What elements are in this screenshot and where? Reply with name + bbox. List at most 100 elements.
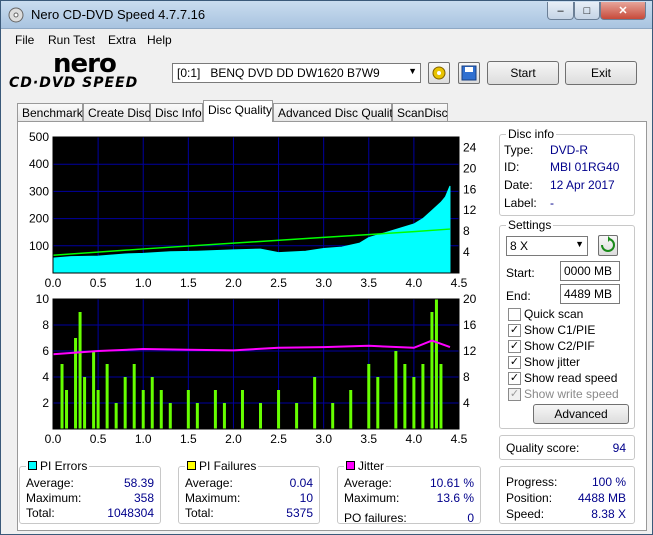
- save-button[interactable]: [458, 62, 480, 84]
- speed-select[interactable]: 8 X ▼: [506, 236, 588, 256]
- show-c2pif-label: Show C2/PIF: [524, 339, 595, 353]
- start-button[interactable]: Start: [487, 61, 559, 85]
- y-tick-label-right: 16: [463, 318, 477, 332]
- check-icon: ✓: [508, 323, 521, 337]
- pif-bar: [123, 377, 127, 429]
- pif-bar: [259, 403, 263, 429]
- pif-bar: [150, 377, 154, 429]
- start-label: Start:: [506, 266, 535, 280]
- pi-failures-chart: 0.0 0.5 1.0 1.5 2.0 2.5 3.0 3.5 4.0 4.5 2 4 6 8 10 4 8 12…: [36, 293, 477, 446]
- show-c2pif-checkbox[interactable]: ✓ Show C2/PIF: [508, 339, 595, 353]
- check-icon: ✓: [508, 339, 521, 353]
- x-tick-label: 1.0: [135, 276, 152, 290]
- nero-disc-icon: [8, 7, 24, 23]
- pif-bar: [434, 299, 438, 429]
- label-label: Label:: [504, 196, 537, 210]
- y-tick-label-right: 4: [463, 245, 470, 259]
- show-write-speed-label: Show write speed: [524, 387, 619, 401]
- menu-help[interactable]: Help: [147, 33, 172, 47]
- pif-bar: [92, 351, 96, 429]
- x-tick-label: 0.0: [45, 276, 62, 290]
- refresh-speed-button[interactable]: [598, 235, 618, 256]
- tab-disc-quality[interactable]: Disc Quality: [203, 100, 273, 122]
- jitter-avg-label: Average:: [344, 476, 392, 490]
- date-value: 12 Apr 2017: [550, 178, 615, 192]
- settings-group: Settings 8 X ▼ Start: 0000 MB End: 4489 …: [499, 218, 635, 429]
- drive-select[interactable]: [0:1] BENQ DVD DD DW1620 B7W9 ▼: [172, 63, 421, 83]
- type-value: DVD-R: [550, 143, 588, 157]
- checkbox-box: [508, 307, 521, 321]
- y-tick-label-right: 16: [463, 182, 477, 196]
- drive-options-button[interactable]: [428, 62, 450, 84]
- exit-button[interactable]: Exit: [565, 61, 637, 85]
- y-tick-label-right: 24: [463, 140, 477, 154]
- x-tick-label: 3.5: [360, 276, 377, 290]
- pif-bar: [349, 390, 353, 429]
- menu-run-test[interactable]: Run Test: [48, 33, 95, 47]
- disc-info-group: Disc info Type: DVD-R ID: MBI 01RG40 Dat…: [499, 127, 635, 216]
- y-tick-label-right: 12: [463, 344, 477, 358]
- menu-file[interactable]: File: [15, 33, 34, 47]
- tab-disc-info[interactable]: Disc Info: [150, 103, 203, 122]
- pi-errors-max-label: Maximum:: [26, 491, 82, 505]
- start-field[interactable]: 0000 MB: [560, 261, 620, 281]
- jitter-max: 13.6 %: [436, 491, 474, 505]
- end-label: End:: [506, 289, 531, 303]
- show-read-speed-checkbox[interactable]: ✓ Show read speed: [508, 371, 617, 385]
- menu-extra[interactable]: Extra: [108, 33, 136, 47]
- type-label: Type:: [504, 143, 534, 157]
- drive-select-value: [0:1] BENQ DVD DD DW1620 B7W9: [177, 66, 380, 80]
- position-value: 4488 MB: [577, 491, 626, 505]
- progress-value: 100 %: [591, 475, 626, 489]
- pif-bar: [114, 403, 118, 429]
- pi-failures-avg-label: Average:: [185, 476, 233, 490]
- pi-errors-title-text: PI Errors: [40, 459, 88, 473]
- position-label: Position:: [506, 491, 553, 505]
- y-tick-label-right: 12: [463, 203, 477, 217]
- y-tick-label-left: 2: [42, 396, 49, 410]
- x-tick-label: 4.0: [406, 432, 423, 446]
- y-tick-label-right: 4: [463, 396, 470, 410]
- y-tick-label-left: 6: [42, 344, 49, 358]
- pi-errors-swatch: [28, 461, 37, 470]
- end-field[interactable]: 4489 MB: [560, 284, 620, 304]
- tab-advanced-disc-quality[interactable]: Advanced Disc Quality: [273, 103, 399, 122]
- show-c1pie-label: Show C1/PIE: [524, 323, 596, 337]
- y-tick-label-left: 200: [29, 212, 49, 226]
- pif-bar: [78, 312, 82, 429]
- jitter-title: Jitter: [344, 459, 387, 473]
- chevron-down-icon: ▼: [408, 66, 417, 76]
- pif-bar: [394, 351, 398, 429]
- window-title: Nero CD-DVD Speed 4.7.7.16: [31, 7, 206, 22]
- pif-bar: [65, 390, 69, 429]
- pi-failures-title: PI Failures: [185, 459, 259, 473]
- quick-scan-checkbox[interactable]: Quick scan: [508, 307, 583, 321]
- tab-create-disc[interactable]: Create Disc: [83, 103, 151, 122]
- quality-score-value: 94: [612, 441, 626, 455]
- check-icon: ✓: [508, 355, 521, 369]
- advanced-button[interactable]: Advanced: [533, 404, 629, 424]
- pi-failures-max: 10: [299, 491, 313, 505]
- tab-scandisc[interactable]: ScanDisc: [392, 103, 448, 122]
- show-c1pie-checkbox[interactable]: ✓ Show C1/PIE: [508, 323, 595, 337]
- maximize-button[interactable]: □: [574, 2, 600, 20]
- pi-failures-stats: PI Failures Average: 0.04 Maximum: 10 To…: [178, 459, 320, 524]
- pif-bar: [403, 364, 407, 429]
- minimize-button[interactable]: –: [547, 2, 574, 20]
- pif-bar: [96, 390, 100, 429]
- close-button[interactable]: ✕: [600, 2, 646, 20]
- refresh-icon: [601, 236, 615, 252]
- pif-bar: [277, 390, 281, 429]
- pi-errors-title: PI Errors: [26, 459, 90, 473]
- show-jitter-checkbox[interactable]: ✓ Show jitter: [508, 355, 580, 369]
- pif-bar: [313, 377, 317, 429]
- po-failures-label: PO failures:: [344, 511, 407, 525]
- x-tick-label: 0.5: [90, 276, 107, 290]
- pif-bar: [168, 403, 172, 429]
- tab-benchmark[interactable]: Benchmark: [17, 103, 83, 122]
- x-tick-label: 2.5: [270, 276, 287, 290]
- pif-bar: [132, 364, 136, 429]
- y-tick-label-left: 8: [42, 318, 49, 332]
- speed-value: 8.38 X: [591, 507, 626, 521]
- x-tick-label: 1.5: [180, 276, 197, 290]
